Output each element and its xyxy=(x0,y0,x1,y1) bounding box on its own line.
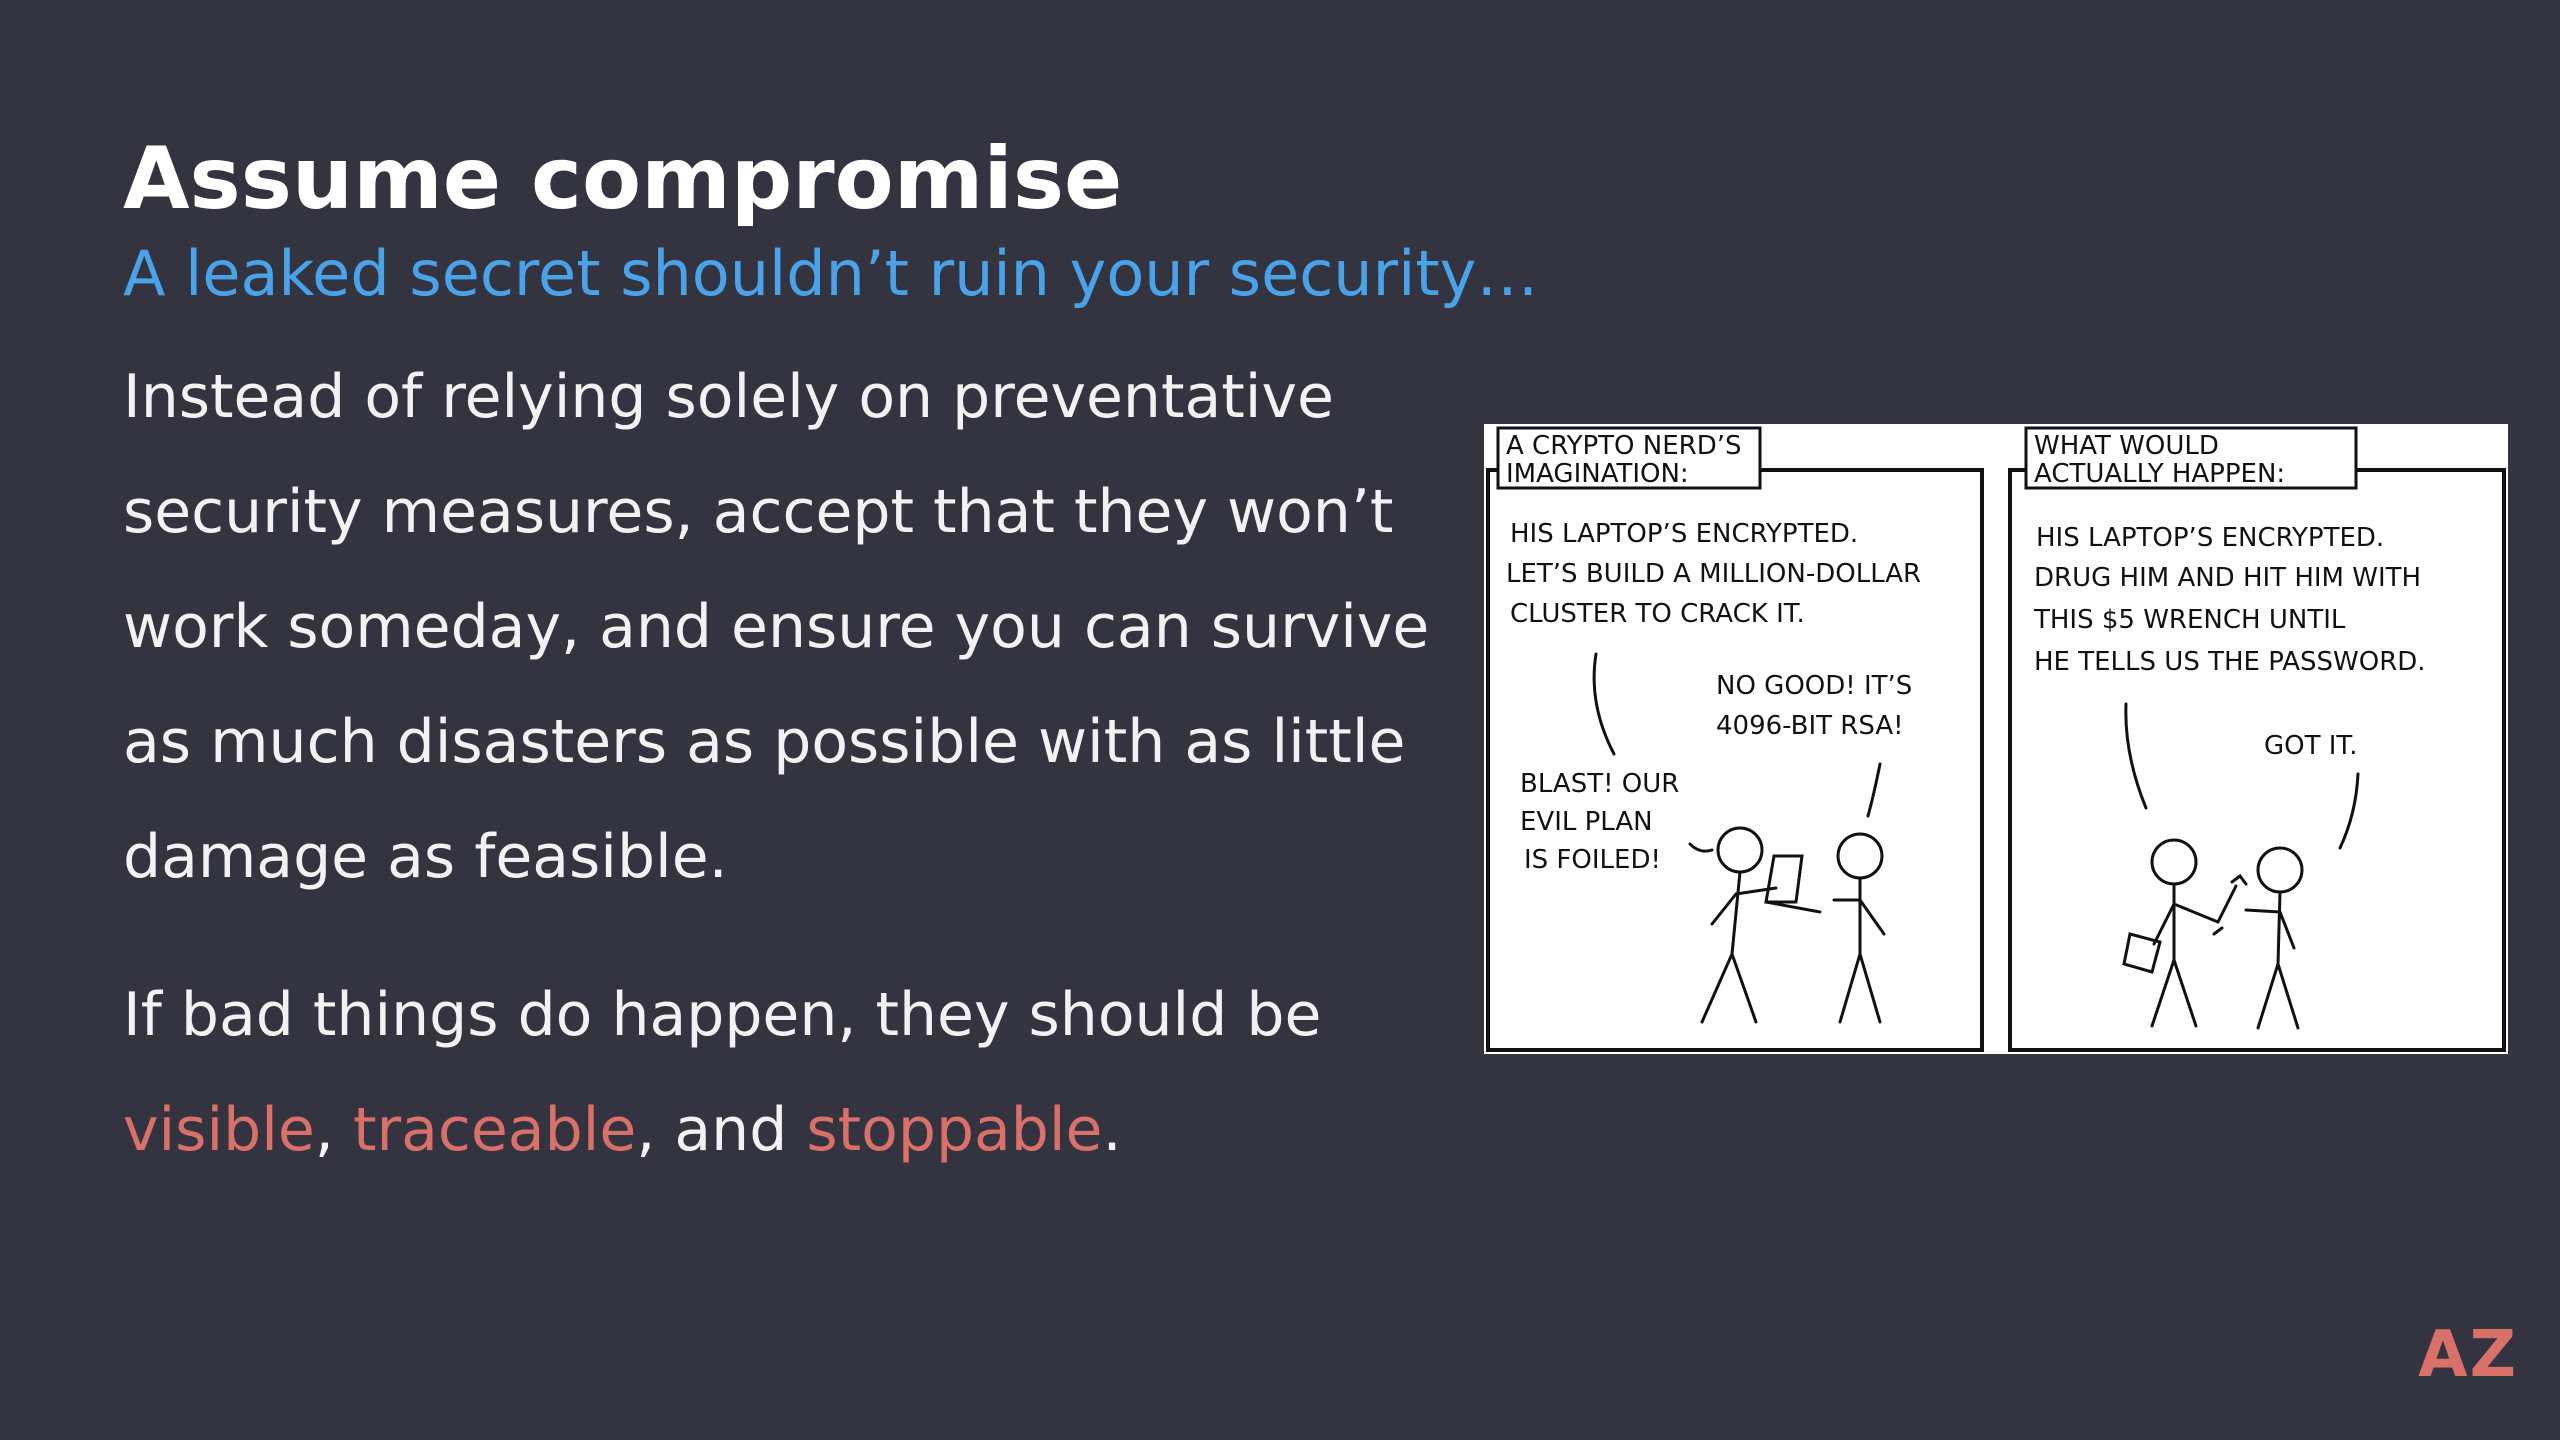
paragraph-2-lead: If bad things do happen, they should be xyxy=(123,980,1322,1050)
comic-p1-line-2: LET’S BUILD A MILLION-DOLLAR xyxy=(1506,559,1921,589)
comic-svg: A CRYPTO NERD’S IMAGINATION: HIS LAPTOP’… xyxy=(1486,426,2506,1052)
comic-p1-line-1: HIS LAPTOP’S ENCRYPTED. xyxy=(1510,519,1858,549)
highlight-visible: visible xyxy=(123,1095,315,1165)
comic-p1-reply-2: 4096-BIT RSA! xyxy=(1716,711,1904,741)
slide-subtitle: A leaked secret shouldn’t ruin your secu… xyxy=(123,237,1539,310)
slide-title: Assume compromise xyxy=(123,129,1123,229)
paragraph-2-sep-2: , and xyxy=(636,1095,807,1165)
paragraph-2-end: . xyxy=(1102,1095,1122,1165)
comic-p2-reply: GOT IT. xyxy=(2264,731,2358,761)
comic-p2-line-4: HE TELLS US THE PASSWORD. xyxy=(2034,647,2426,677)
comic-panel-2-frame xyxy=(2008,468,2506,1052)
xkcd-comic-image: A CRYPTO NERD’S IMAGINATION: HIS LAPTOP’… xyxy=(1484,424,2508,1054)
body-paragraph-1: Instead of relying solely on preventativ… xyxy=(123,362,1430,892)
comic-p1-line-3: CLUSTER TO CRACK IT. xyxy=(1510,599,1805,629)
comic-p2-caption-2: ACTUALLY HAPPEN: xyxy=(2034,459,2285,489)
comic-p2-line-1: HIS LAPTOP’S ENCRYPTED. xyxy=(2036,523,2384,553)
highlight-traceable: traceable xyxy=(352,1095,637,1165)
body-paragraph-2: If bad things do happen, they should be … xyxy=(123,958,1453,1188)
comic-p1-reply-1: NO GOOD! IT’S xyxy=(1716,671,1912,701)
az-logo: AZ xyxy=(2418,1318,2518,1392)
paragraph-2-sep-1: , xyxy=(314,1095,353,1165)
comic-p2-caption-1: WHAT WOULD xyxy=(2034,431,2219,461)
comic-p2-line-2: DRUG HIM AND HIT HIM WITH xyxy=(2034,563,2421,593)
comic-p1-figures xyxy=(1592,652,1886,1024)
comic-p1-caption-1: A CRYPTO NERD’S xyxy=(1506,431,1742,461)
comic-p1-villain-1: BLAST! OUR xyxy=(1520,769,1679,799)
comic-p1-villain-2: EVIL PLAN xyxy=(1520,807,1653,837)
comic-p2-line-3: THIS $5 WRENCH UNTIL xyxy=(2033,605,2346,635)
comic-p1-villain-3: IS FOILED! xyxy=(1524,845,1661,875)
comic-p1-caption-2: IMAGINATION: xyxy=(1506,459,1689,489)
highlight-stoppable: stoppable xyxy=(806,1095,1103,1165)
